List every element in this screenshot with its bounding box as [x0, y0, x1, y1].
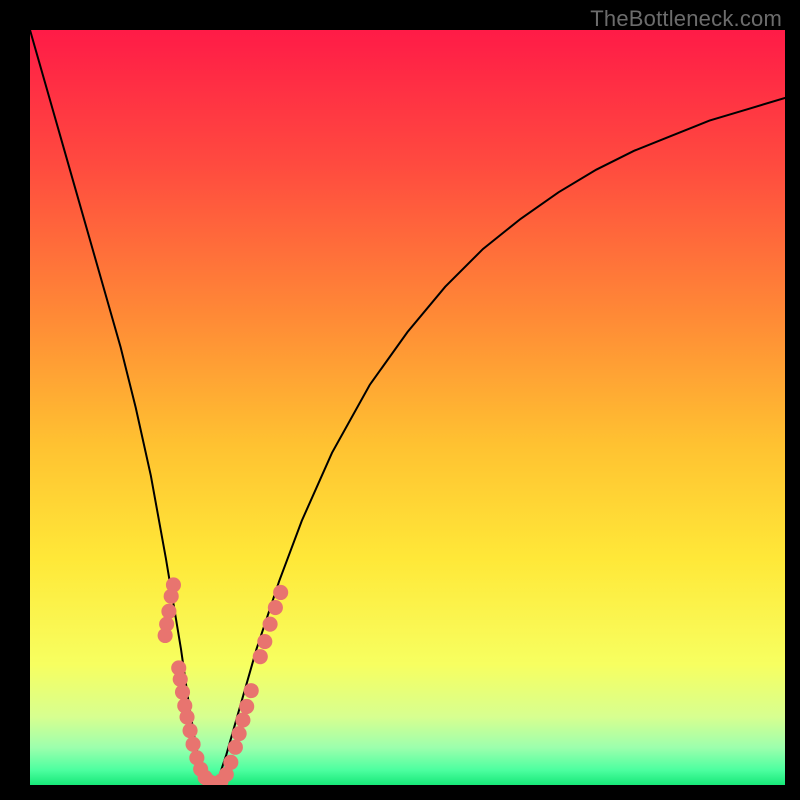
data-dot — [263, 617, 278, 632]
data-dots — [158, 577, 289, 785]
data-dot — [273, 585, 288, 600]
watermark-text: TheBottleneck.com — [590, 6, 782, 32]
data-dot — [253, 649, 268, 664]
bottleneck-curve — [30, 30, 785, 785]
data-dot — [257, 634, 272, 649]
data-dot — [161, 604, 176, 619]
data-dot — [175, 685, 190, 700]
data-dot — [179, 710, 194, 725]
data-dot — [223, 755, 238, 770]
data-dot — [244, 683, 259, 698]
curve-layer — [30, 30, 785, 785]
data-dot — [268, 600, 283, 615]
data-dot — [164, 589, 179, 604]
plot-area — [30, 30, 785, 785]
data-dot — [235, 713, 250, 728]
data-dot — [228, 740, 243, 755]
outer-frame: TheBottleneck.com — [0, 0, 800, 800]
data-dot — [239, 699, 254, 714]
data-dot — [173, 672, 188, 687]
data-dot — [232, 726, 247, 741]
data-dot — [186, 737, 201, 752]
data-dot — [158, 628, 173, 643]
data-dot — [183, 723, 198, 738]
